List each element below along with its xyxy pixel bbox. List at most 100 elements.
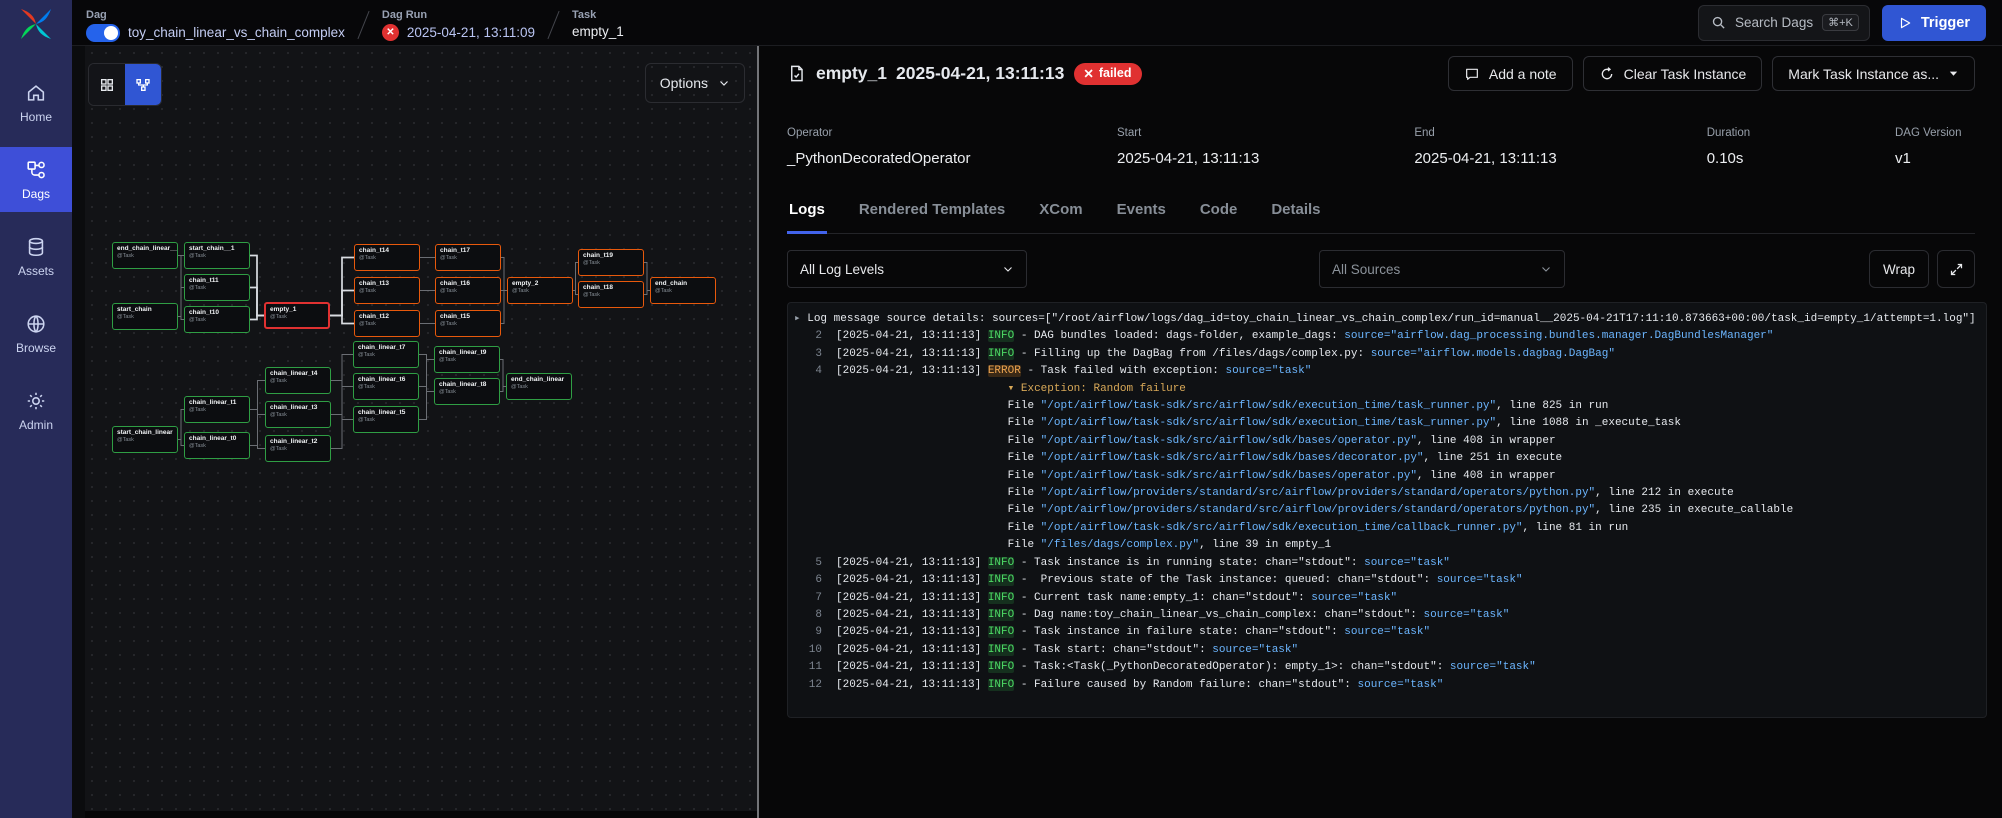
browse-icon — [25, 313, 47, 335]
home-icon — [25, 82, 47, 104]
graph-view-button[interactable] — [125, 64, 161, 105]
graph-node-start_chain_linear[interactable]: start_chain_linear@Task✓success — [112, 426, 178, 453]
task-instance-name: empty_1 — [816, 63, 887, 84]
sidebar-item-label: Dags — [22, 187, 50, 201]
node-title: end_chain — [655, 280, 711, 287]
task-instance-timestamp: 2025-04-21, 13:11:13 — [896, 63, 1064, 84]
node-title: chain_t18 — [583, 284, 639, 291]
node-title: chain_t13 — [359, 280, 415, 287]
graph-node-chain_t18[interactable]: chain_t18@Task⊘upstream_failed — [578, 281, 644, 308]
dag-run-link[interactable]: 2025-04-21, 13:11:09 — [407, 25, 535, 40]
log-levels-select[interactable]: All Log Levels — [787, 250, 1027, 288]
node-subtitle: @Task — [358, 352, 414, 358]
graph-node-chain_linear_t8[interactable]: chain_linear_t8@Task✓success — [434, 378, 500, 405]
graph-node-empty_1[interactable]: empty_1@Task✕failed — [264, 302, 330, 329]
log-line: 7[2025-04-21, 13:11:13] INFO - Current t… — [794, 590, 1986, 607]
panel-divider[interactable] — [757, 46, 759, 818]
graph-node-chain_t16[interactable]: chain_t16@Task⊘upstream_failed — [435, 277, 501, 304]
graph-node-chain_linear_t9[interactable]: chain_linear_t9@Task✓success — [434, 346, 500, 373]
dag-name-link[interactable]: toy_chain_linear_vs_chain_complex — [128, 25, 345, 40]
node-subtitle: @Task — [358, 417, 414, 423]
graph-node-chain_t10[interactable]: chain_t10@Task✓success — [184, 306, 250, 333]
sidebar-item-label: Home — [20, 110, 52, 124]
node-title: chain_linear_t0 — [189, 435, 245, 442]
graph-node-chain_t14[interactable]: chain_t14@Task⊘upstream_failed — [354, 244, 420, 271]
log-viewer[interactable]: ▸ Log message source details: sources=["… — [787, 302, 1987, 718]
graph-node-chain_linear_t1[interactable]: chain_linear_t1@Task✓success — [184, 396, 250, 423]
node-title: chain_t10 — [189, 309, 245, 316]
log-line: File "/opt/airflow/providers/standard/sr… — [794, 502, 1986, 519]
trigger-button[interactable]: Trigger — [1882, 5, 1986, 41]
grid-icon — [99, 77, 115, 93]
node-title: start_chain__1 — [189, 245, 245, 252]
graph-node-chain_linear_t2[interactable]: chain_linear_t2@Task✓success — [265, 435, 331, 462]
graph-node-start_chain__1[interactable]: start_chain__1@Task✓success — [184, 242, 250, 269]
graph-node-end_chain_linear[interactable]: end_chain_linear@Task✓success — [506, 373, 572, 400]
fullscreen-button[interactable] — [1937, 250, 1975, 288]
breadcrumb-task: Task empty_1 — [572, 4, 624, 39]
tab-xcom[interactable]: XCom — [1037, 201, 1084, 234]
sidebar-item-browse[interactable]: Browse — [0, 301, 72, 366]
graph-node-chain_linear_t7[interactable]: chain_linear_t7@Task✓success — [353, 341, 419, 368]
graph-node-chain_t12[interactable]: chain_t12@Task⊘upstream_failed — [354, 310, 420, 337]
log-line-number: 3 — [794, 346, 822, 363]
graph-canvas[interactable]: end_chain_linear__1@Task✓successstart_ch… — [85, 46, 757, 812]
log-line: 4[2025-04-21, 13:11:13] ERROR - Task fai… — [794, 363, 1986, 380]
meta-operator: Operator _PythonDecoratedOperator — [787, 127, 1117, 167]
play-icon — [1898, 16, 1912, 30]
node-title: chain_linear_t2 — [270, 438, 326, 445]
graph-node-chain_linear_t5[interactable]: chain_linear_t5@Task✓success — [353, 406, 419, 433]
graph-node-chain_t15[interactable]: chain_t15@Task⊘upstream_failed — [435, 310, 501, 337]
graph-node-chain_t19[interactable]: chain_t19@Task⊘upstream_failed — [578, 249, 644, 276]
graph-node-chain_linear_t0[interactable]: chain_linear_t0@Task✓success — [184, 432, 250, 459]
airflow-logo[interactable] — [14, 2, 58, 46]
node-title: chain_linear_t8 — [439, 381, 495, 388]
graph-node-chain_t13[interactable]: chain_t13@Task⊘upstream_failed — [354, 277, 420, 304]
graph-scrollbar-track[interactable] — [85, 811, 757, 818]
node-subtitle: @Task — [270, 314, 324, 320]
graph-node-empty_2[interactable]: empty_2@Task⊘upstream_failed — [507, 277, 573, 304]
graph-node-chain_linear_t4[interactable]: chain_linear_t4@Task✓success — [265, 367, 331, 394]
node-title: end_chain_linear — [511, 376, 567, 383]
node-title: chain_t12 — [359, 313, 415, 320]
node-title: chain_t19 — [583, 252, 639, 259]
node-title: end_chain_linear__1 — [117, 245, 173, 252]
tab-logs[interactable]: Logs — [787, 201, 827, 234]
sidebar-item-home[interactable]: Home — [0, 70, 72, 135]
tab-code[interactable]: Code — [1198, 201, 1240, 234]
log-line: 2[2025-04-21, 13:11:13] INFO - DAG bundl… — [794, 328, 1986, 345]
wrap-button[interactable]: Wrap — [1869, 250, 1929, 288]
dag-graph-panel: end_chain_linear__1@Task✓successstart_ch… — [72, 46, 757, 818]
node-subtitle: @Task — [359, 321, 415, 327]
grid-view-button[interactable] — [89, 64, 125, 105]
graph-node-chain_linear_t6[interactable]: chain_linear_t6@Task✓success — [353, 373, 419, 400]
graph-node-start_chain[interactable]: start_chain@Task✓success — [112, 303, 178, 330]
graph-node-end_chain_linear__1[interactable]: end_chain_linear__1@Task✓success — [112, 242, 178, 269]
tab-rendered-templates[interactable]: Rendered Templates — [857, 201, 1007, 234]
tab-events[interactable]: Events — [1115, 201, 1168, 234]
sidebar-item-dags[interactable]: Dags — [0, 147, 72, 212]
mark-task-instance-as-button[interactable]: Mark Task Instance as... — [1772, 56, 1975, 91]
dag-pause-toggle[interactable] — [86, 24, 120, 42]
caret-down-icon — [1948, 68, 1959, 79]
chevron-down-icon — [718, 77, 730, 89]
sidebar-item-admin[interactable]: Admin — [0, 378, 72, 443]
search-icon — [1711, 15, 1726, 30]
graph-node-chain_t17[interactable]: chain_t17@Task⊘upstream_failed — [435, 244, 501, 271]
node-subtitle: @Task — [359, 255, 415, 261]
tab-details[interactable]: Details — [1269, 201, 1322, 234]
add-note-button[interactable]: Add a note — [1448, 56, 1573, 91]
clear-task-instance-button[interactable]: Clear Task Instance — [1583, 56, 1763, 91]
graph-node-chain_t11[interactable]: chain_t11@Task✓success — [184, 274, 250, 301]
graph-node-end_chain[interactable]: end_chain@Task⊘upstream_failed — [650, 277, 716, 304]
log-line: 8[2025-04-21, 13:11:13] INFO - Dag name:… — [794, 607, 1986, 624]
options-button[interactable]: Options — [645, 63, 745, 103]
log-sources-select[interactable]: All Sources — [1319, 250, 1565, 288]
sidebar-item-assets[interactable]: Assets — [0, 224, 72, 289]
task-tabs: Logs Rendered Templates XCom Events Code… — [787, 201, 1975, 234]
graph-node-chain_linear_t3[interactable]: chain_linear_t3@Task✓success — [265, 401, 331, 428]
log-line-number: 9 — [794, 624, 822, 641]
log-line-number: 5 — [794, 555, 822, 572]
search-dags-input[interactable]: Search Dags ⌘+K — [1698, 5, 1870, 41]
log-line: 6[2025-04-21, 13:11:13] INFO - Previous … — [794, 572, 1986, 589]
